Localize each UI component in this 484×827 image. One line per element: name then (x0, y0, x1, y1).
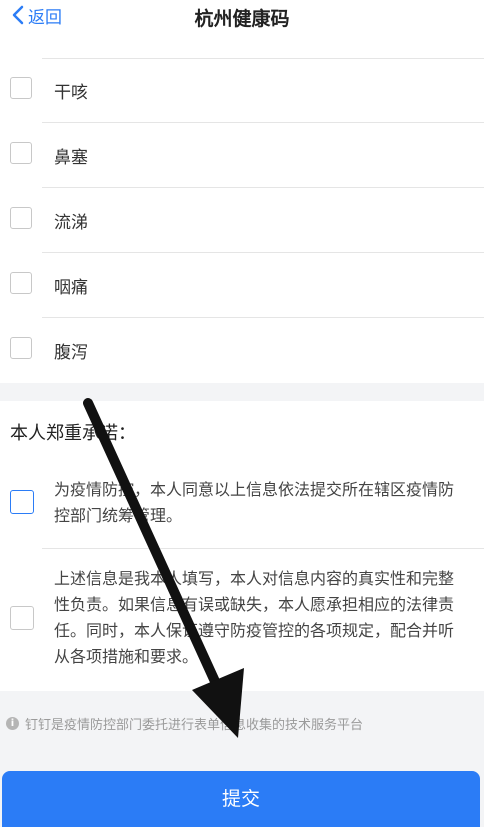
symptom-item-runny-nose[interactable]: 流涕 (0, 188, 484, 253)
checkbox[interactable] (10, 272, 32, 294)
symptom-item-nasal-congestion[interactable]: 鼻塞 (0, 123, 484, 188)
info-circle-icon: i (6, 717, 19, 730)
submit-button[interactable]: 提交 (2, 771, 480, 827)
commitment-item-consent[interactable]: 为疫情防控，本人同意以上信息依法提交所在辖区疫情防控部门统筹管理。 (0, 470, 484, 549)
symptom-label: 腹泻 (54, 343, 88, 363)
symptom-item-dry-cough[interactable]: 干咳 (0, 58, 484, 123)
checkbox[interactable] (10, 207, 32, 229)
commitment-text: 上述信息是我本人填写，本人对信息内容的真实性和完整性负责。如果信息有误或缺失，本… (54, 569, 455, 666)
page-title: 杭州健康码 (194, 8, 290, 30)
symptom-item-diarrhea[interactable]: 腹泻 (0, 318, 484, 383)
checkbox[interactable] (10, 490, 34, 514)
platform-notice: i 钉钉是疫情防控部门委托进行表单信息收集的技术服务平台 (6, 714, 363, 733)
symptom-label: 鼻塞 (54, 148, 88, 168)
header-bar: 返回 杭州健康码 (0, 0, 484, 34)
section-gap (0, 383, 484, 401)
symptom-label: 流涕 (54, 213, 88, 233)
symptom-label: 干咳 (54, 83, 88, 103)
checkbox[interactable] (10, 606, 34, 630)
commitment-title: 本人郑重承诺： (10, 423, 136, 444)
commitment-text: 为疫情防控，本人同意以上信息依法提交所在辖区疫情防控部门统筹管理。 (54, 480, 455, 525)
symptom-item-sore-throat[interactable]: 咽痛 (0, 253, 484, 318)
commitment-item-truthfulness[interactable]: 上述信息是我本人填写，本人对信息内容的真实性和完整性负责。如果信息有误或缺失，本… (0, 548, 484, 688)
notice-text: 钉钉是疫情防控部门委托进行表单信息收集的技术服务平台 (25, 718, 364, 733)
checkbox[interactable] (10, 142, 32, 164)
checkbox[interactable] (10, 77, 32, 99)
checkbox[interactable] (10, 337, 32, 359)
symptom-label: 咽痛 (54, 278, 88, 298)
